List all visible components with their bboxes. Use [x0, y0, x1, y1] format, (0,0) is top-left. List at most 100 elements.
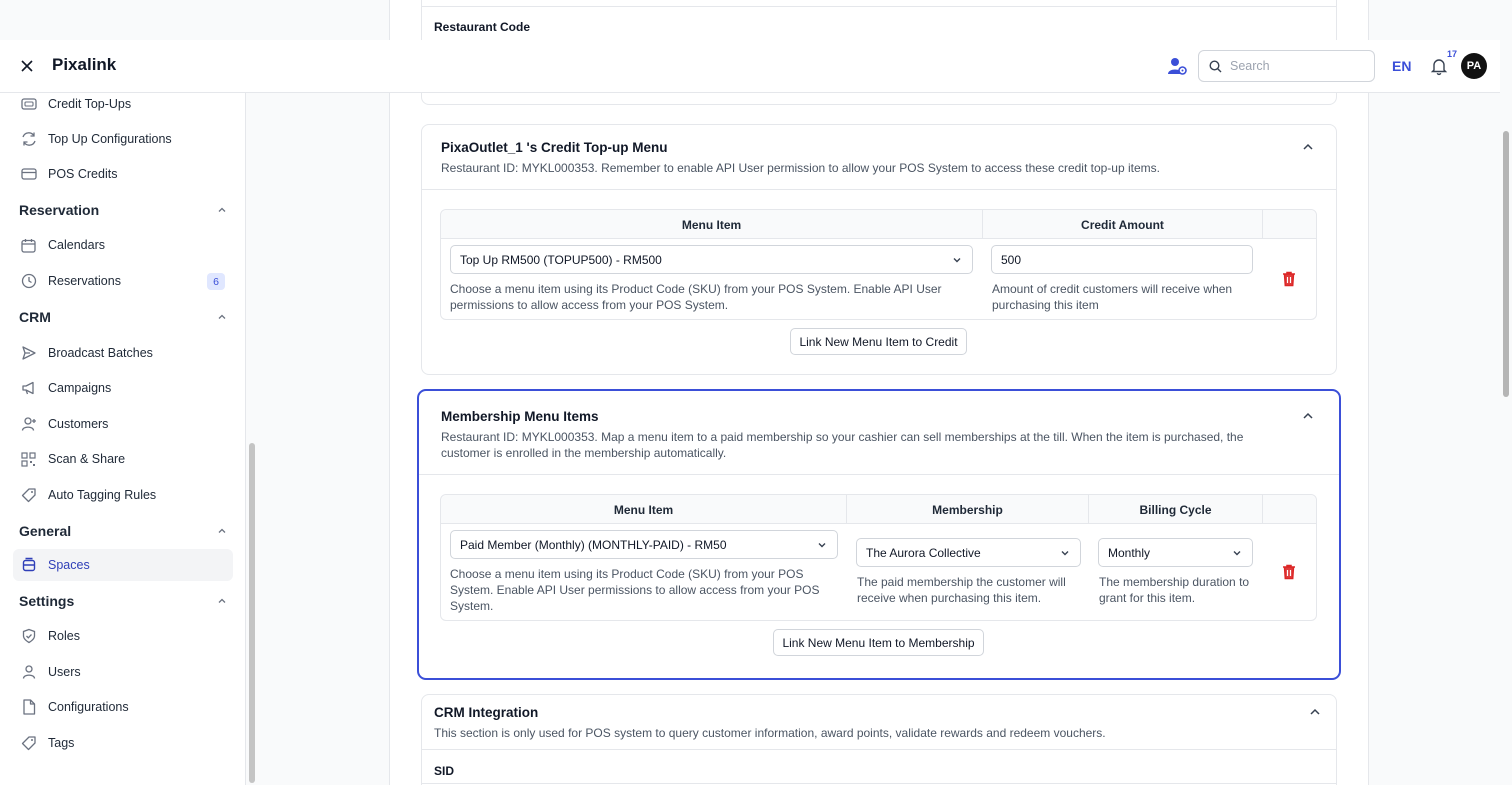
- link-membership-button[interactable]: Link New Menu Item to Membership: [773, 629, 984, 656]
- sidebar-section-title: CRM: [19, 309, 51, 325]
- sidebar-item-tags[interactable]: Tags: [13, 727, 233, 759]
- sidebar-item-label: Top Up Configurations: [48, 132, 172, 146]
- membership-select-value: The Aurora Collective: [866, 545, 981, 560]
- search-input[interactable]: Search: [1198, 50, 1375, 82]
- chevron-up-icon: [218, 528, 226, 533]
- membership-help: The paid membership the customer will re…: [857, 575, 1066, 605]
- column-header-billing-cycle: Billing Cycle: [1089, 495, 1263, 524]
- sidebar-item-label: Spaces: [48, 558, 90, 572]
- sidebar-item-label: Scan & Share: [48, 452, 126, 466]
- delete-trash-icon[interactable]: [1282, 271, 1296, 287]
- membership-menu-item-help: Choose a menu item using its Product Cod…: [450, 567, 820, 613]
- bell-icon[interactable]: [1429, 56, 1449, 76]
- column-header-menu-item: Menu Item: [441, 495, 847, 524]
- chevron-up-icon: [218, 598, 226, 603]
- membership-select[interactable]: The Aurora Collective: [856, 538, 1081, 567]
- user-icon: [20, 664, 37, 681]
- sidebar-item-broadcast-batches[interactable]: Broadcast Batches: [13, 337, 233, 369]
- chevron-down-icon: [1061, 551, 1069, 556]
- collapse-chevron-icon[interactable]: [1302, 410, 1314, 422]
- sidebar-item-configurations[interactable]: Configurations: [13, 691, 233, 723]
- sidebar-section-general[interactable]: General: [19, 523, 227, 539]
- layers-icon: [20, 557, 37, 574]
- sidebar-item-label: Tags: [48, 736, 75, 750]
- sidebar-item-label: Reservations: [48, 274, 121, 288]
- collapse-chevron-icon[interactable]: [1302, 141, 1314, 153]
- column-header-credit-amount: Credit Amount: [983, 210, 1263, 239]
- chevron-down-icon: [953, 258, 961, 263]
- top-header: Pixalink Search EN 17 PA: [0, 40, 1500, 93]
- sidebar-section-title: Settings: [19, 593, 75, 609]
- sidebar-item-label: Users: [48, 665, 81, 679]
- chevron-down-icon: [1233, 551, 1241, 556]
- sidebar-item-customers[interactable]: Customers: [13, 408, 233, 440]
- restaurant-code-label: Restaurant Code: [434, 20, 531, 34]
- refresh-icon: [20, 131, 37, 148]
- billing-cycle-value: Monthly: [1108, 545, 1151, 560]
- credit-topup-title: PixaOutlet_1 's Credit Top-up Menu: [441, 140, 668, 155]
- sidebar-item-label: Roles: [48, 629, 80, 643]
- column-header-menu-item: Menu Item: [441, 210, 983, 239]
- sidebar-item-pos-credits[interactable]: POS Credits: [13, 158, 233, 190]
- send-icon: [20, 345, 37, 362]
- shield-icon: [20, 628, 37, 645]
- language-selector[interactable]: EN: [1392, 58, 1411, 74]
- credit-topup-description: Restaurant ID: MYKL000353. Remember to e…: [441, 161, 1160, 175]
- search-icon: [1209, 59, 1222, 72]
- sidebar-scrollbar[interactable]: [249, 443, 255, 783]
- tag-icon: [20, 487, 37, 504]
- menu-item-select[interactable]: Top Up RM500 (TOPUP500) - RM500: [450, 245, 973, 274]
- user-plus-icon: [20, 416, 37, 433]
- link-credit-button[interactable]: Link New Menu Item to Credit: [790, 328, 967, 355]
- membership-description: Restaurant ID: MYKL000353. Map a menu it…: [441, 430, 1244, 460]
- sidebar-section-reservation[interactable]: Reservation: [19, 202, 227, 218]
- sidebar-item-label: Credit Top-Ups: [48, 97, 132, 111]
- sidebar-item-campaigns[interactable]: Campaigns: [13, 372, 233, 404]
- billing-cycle-select[interactable]: Monthly: [1098, 538, 1253, 567]
- credit-amount-input[interactable]: 500: [991, 245, 1253, 274]
- sidebar-item-calendars[interactable]: Calendars: [13, 229, 233, 261]
- sidebar-section-crm[interactable]: CRM: [19, 309, 227, 325]
- sidebar-item-top-up-configurations[interactable]: Top Up Configurations: [13, 123, 233, 155]
- sidebar-item-reservations[interactable]: Reservations 6: [13, 265, 233, 297]
- sidebar-item-users[interactable]: Users: [13, 656, 233, 688]
- qr-icon: [20, 451, 37, 468]
- sidebar-item-label: Campaigns: [48, 381, 112, 395]
- user-settings-icon[interactable]: [1164, 53, 1190, 79]
- clock-icon: [20, 273, 37, 290]
- sidebar-item-roles[interactable]: Roles: [13, 620, 233, 652]
- chevron-down-icon: [818, 543, 826, 548]
- reservations-count-badge: 6: [207, 273, 225, 290]
- page-scrollbar[interactable]: [1503, 131, 1509, 397]
- membership-menu-item-value: Paid Member (Monthly) (MONTHLY-PAID) - R…: [460, 537, 727, 552]
- sidebar-item-scan-share[interactable]: Scan & Share: [13, 443, 233, 475]
- sidebar-section-settings[interactable]: Settings: [19, 593, 227, 609]
- chevron-up-icon: [218, 314, 226, 319]
- tag-icon: [20, 735, 37, 752]
- collapse-chevron-icon[interactable]: [1309, 706, 1321, 718]
- sidebar-section-title: General: [19, 523, 72, 539]
- credit-amount-help: Amount of credit customers will receive …: [992, 282, 1233, 312]
- sid-label: SID: [434, 764, 455, 778]
- crm-integration-title: CRM Integration: [434, 705, 539, 720]
- brand-name: Pixalink: [52, 55, 117, 74]
- sidebar-item-label: Configurations: [48, 700, 129, 714]
- sidebar-item-label: Calendars: [48, 238, 105, 252]
- close-icon[interactable]: [18, 57, 36, 75]
- credit-amount-value: 500: [1001, 252, 1022, 267]
- sidebar-item-label: Broadcast Batches: [48, 346, 153, 360]
- wallet-icon: [20, 96, 37, 113]
- avatar[interactable]: PA: [1461, 53, 1487, 79]
- delete-trash-icon[interactable]: [1282, 564, 1296, 580]
- chevron-up-icon: [218, 207, 226, 212]
- notification-count: 17: [1447, 49, 1458, 59]
- calendar-icon: [20, 237, 37, 254]
- sidebar-item-spaces[interactable]: Spaces: [13, 549, 233, 581]
- column-header-membership: Membership: [847, 495, 1089, 524]
- sidebar-section-title: Reservation: [19, 202, 100, 218]
- membership-title: Membership Menu Items: [441, 409, 599, 424]
- membership-menu-item-select[interactable]: Paid Member (Monthly) (MONTHLY-PAID) - R…: [450, 530, 838, 559]
- search-placeholder: Search: [1230, 59, 1270, 73]
- sidebar-item-auto-tagging-rules[interactable]: Auto Tagging Rules: [13, 479, 233, 511]
- sidebar: Credit Top-Ups Top Up Configurations POS…: [0, 93, 246, 785]
